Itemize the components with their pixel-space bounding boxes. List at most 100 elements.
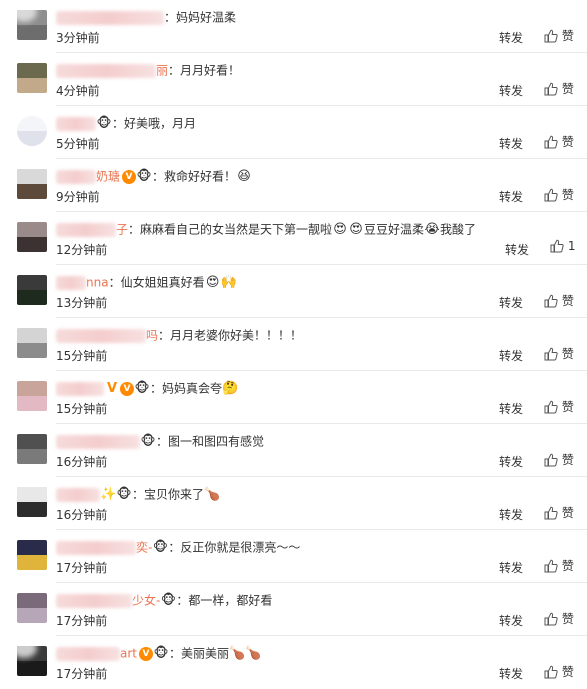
comment-time: 15分钟前 [56, 402, 108, 416]
like-label: 赞 [561, 400, 574, 414]
forward-button[interactable]: 转发 [499, 82, 523, 99]
monkey-emoji-icon: 🐵 [140, 433, 156, 449]
like-button[interactable]: 赞 [544, 186, 574, 203]
thumbs-up-icon [544, 188, 558, 202]
comment-text: ：反正你就是很漂亮～～ [168, 540, 301, 555]
username[interactable]: 奕- [56, 540, 152, 555]
username[interactable] [56, 434, 140, 449]
like-button[interactable]: 赞 [544, 345, 574, 362]
forward-button[interactable]: 转发 [499, 135, 523, 152]
verified-v-icon: V [106, 380, 118, 396]
like-button[interactable]: 赞 [544, 610, 574, 627]
thumbs-up-icon [544, 453, 558, 467]
username[interactable]: 子 [56, 222, 128, 237]
username[interactable] [56, 116, 96, 131]
comment-line: 奕-🐵：反正你就是很漂亮～～ [56, 538, 577, 556]
like-label: 赞 [561, 188, 574, 202]
monkey-emoji-icon: 🐵 [116, 486, 132, 502]
like-button[interactable]: 赞 [544, 557, 574, 574]
username[interactable]: nna [56, 275, 109, 290]
comment-text: ：宝贝你来了 [132, 487, 205, 502]
avatar[interactable] [17, 222, 47, 252]
like-count: 1 [567, 239, 576, 253]
avatar[interactable] [17, 434, 47, 464]
like-button[interactable]: 赞 [544, 504, 574, 521]
forward-button[interactable]: 转发 [499, 347, 523, 364]
comment-item: art V 🐵：美丽美丽🍗🍗 17分钟前 转发 赞 [0, 636, 587, 689]
avatar[interactable] [17, 593, 47, 623]
like-label: 赞 [561, 665, 574, 679]
comment-time: 16分钟前 [56, 508, 108, 522]
avatar[interactable] [17, 116, 47, 146]
vip-badge-icon: V [122, 169, 137, 184]
forward-button[interactable]: 转发 [505, 241, 529, 258]
avatar[interactable] [17, 169, 47, 199]
heart-eyes-emoji-icon: 😍 [205, 274, 220, 290]
avatar[interactable] [17, 10, 47, 40]
forward-button[interactable]: 转发 [499, 612, 523, 629]
forward-button[interactable]: 转发 [499, 294, 523, 311]
comment-line: 吗：月月老婆你好美！！！！ [56, 326, 577, 344]
comment-line: V V 🐵：妈妈真会夸🤔 [56, 379, 577, 397]
comment-line: ：妈妈好温柔 [56, 8, 577, 26]
forward-button[interactable]: 转发 [499, 188, 523, 205]
username[interactable]: 丽 [56, 63, 168, 78]
like-button[interactable]: 赞 [544, 292, 574, 309]
comment-time: 17分钟前 [56, 614, 108, 628]
like-button[interactable]: 赞 [544, 398, 574, 415]
heart-eyes-emoji-icon: 😍 [333, 221, 347, 237]
comment-item: 🐵：图一和图四有感觉 16分钟前 转发 赞 [0, 424, 587, 477]
comment-text: ：都一样，都好看 [176, 593, 273, 608]
comment-text-3: 我酸了 [440, 222, 477, 237]
comment-time: 16分钟前 [56, 455, 108, 469]
monkey-emoji-icon: 🐵 [134, 380, 150, 396]
comment-item: 丽：月月好看！ 4分钟前 转发 赞 [0, 53, 587, 106]
vip-badge-icon: V [139, 646, 153, 661]
comment-line: nna：仙女姐姐真好看😍🙌 [56, 273, 577, 291]
comment-line: 奶瑭 V 🐵：救命好好看！😆 [56, 167, 577, 185]
crying-emoji-icon: 😭 [424, 221, 440, 237]
thinking-emoji-icon: 🤔 [222, 380, 239, 396]
avatar[interactable] [17, 540, 47, 570]
username[interactable] [56, 487, 100, 502]
like-button[interactable]: 赞 [544, 27, 574, 44]
comment-time: 17分钟前 [56, 667, 108, 681]
comment-item: 少女-🐵：都一样，都好看 17分钟前 转发 赞 [0, 583, 587, 636]
forward-button[interactable]: 转发 [499, 29, 523, 46]
comment-line: 子：麻麻看自己的女当然是天下第一靓啦😍 😍豆豆好温柔😭我酸了 [56, 220, 577, 238]
comment-text: ：月月好看！ [168, 63, 241, 78]
avatar[interactable] [17, 63, 47, 93]
like-label: 赞 [561, 135, 574, 149]
drumstick-emoji-icon: 🍗 [229, 645, 246, 661]
username[interactable]: 吗 [56, 328, 158, 343]
username[interactable]: 少女- [56, 593, 160, 608]
username[interactable]: art [56, 646, 137, 661]
avatar[interactable] [17, 275, 47, 305]
like-button[interactable]: 赞 [544, 133, 574, 150]
username[interactable] [56, 10, 164, 25]
comment-item: ✨🐵：宝贝你来了🍗 16分钟前 转发 赞 [0, 477, 587, 530]
comment-text: ：月月老婆你好美！！！！ [158, 328, 303, 343]
like-button[interactable]: 赞 [544, 80, 574, 97]
username[interactable]: 奶瑭 [56, 169, 120, 184]
forward-button[interactable]: 转发 [499, 665, 523, 682]
forward-button[interactable]: 转发 [499, 453, 523, 470]
comment-item: ：妈妈好温柔 3分钟前 转发 赞 [0, 0, 587, 53]
avatar[interactable] [17, 381, 47, 411]
comment-time: 12分钟前 [56, 243, 108, 257]
forward-button[interactable]: 转发 [499, 559, 523, 576]
comment-list: ：妈妈好温柔 3分钟前 转发 赞 丽：月月好看！ 4分钟前 转发 赞 🐵：好美哦… [0, 0, 587, 689]
like-button[interactable]: 赞 [544, 451, 574, 468]
like-button[interactable]: 赞 [544, 663, 574, 680]
forward-button[interactable]: 转发 [499, 506, 523, 523]
thumbs-up-icon [544, 347, 558, 361]
forward-button[interactable]: 转发 [499, 400, 523, 417]
username[interactable] [56, 381, 104, 396]
avatar[interactable] [17, 328, 47, 358]
comment-item: 吗：月月老婆你好美！！！！ 15分钟前 转发 赞 [0, 318, 587, 371]
avatar[interactable] [17, 646, 47, 676]
avatar[interactable] [17, 487, 47, 517]
monkey-emoji-icon: 🐵 [152, 539, 168, 555]
like-button[interactable]: 1 [550, 239, 575, 253]
comment-item: 子：麻麻看自己的女当然是天下第一靓啦😍 😍豆豆好温柔😭我酸了 12分钟前 转发 1 [0, 212, 587, 265]
